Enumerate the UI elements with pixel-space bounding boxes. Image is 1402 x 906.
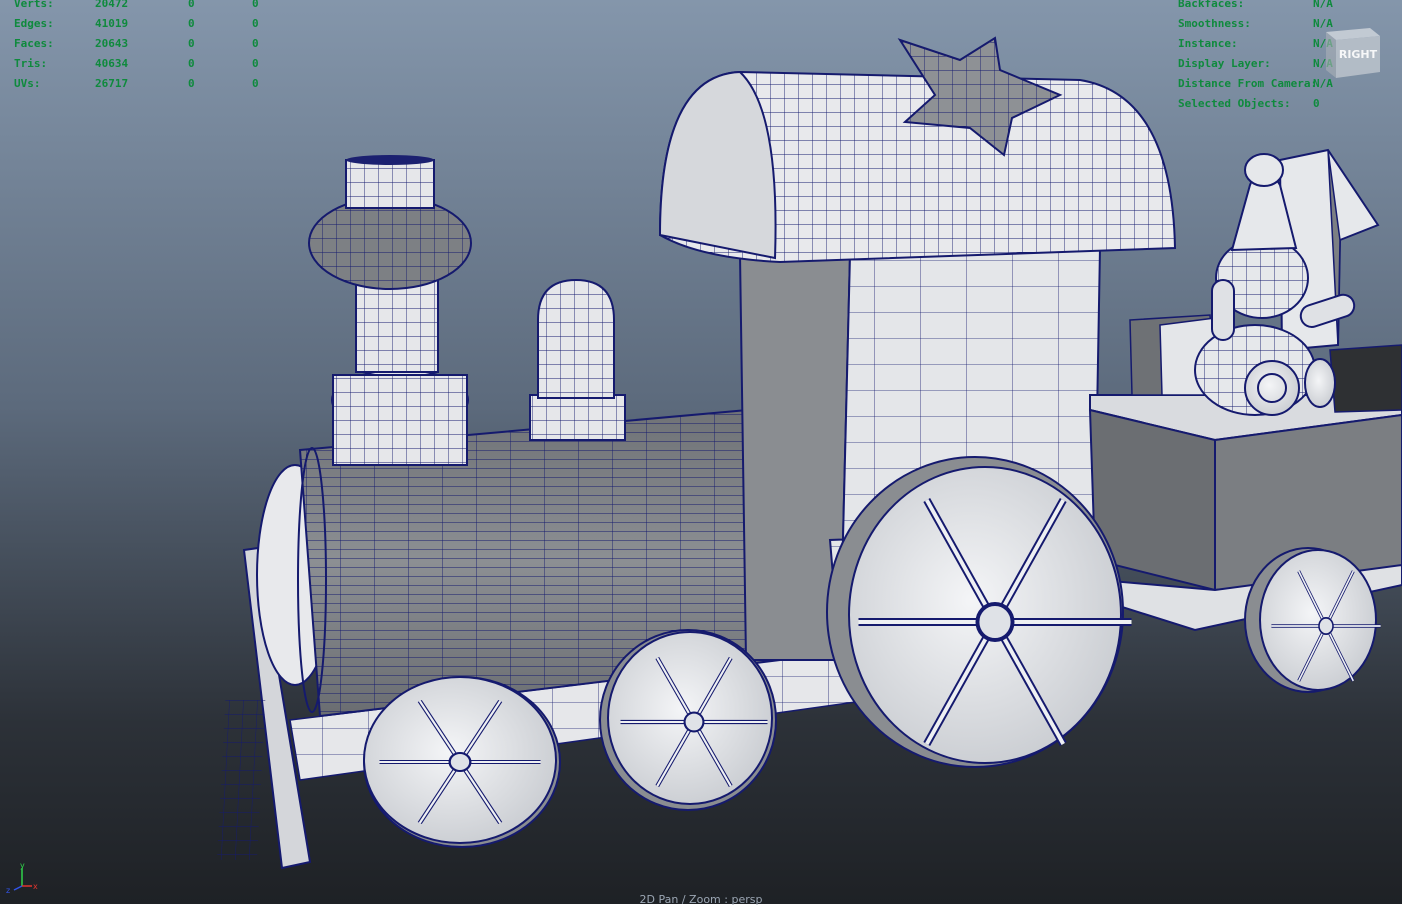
poly-count-total: 26717 [95,77,129,90]
poly-count-label: Tris: [14,57,48,70]
object-detail-label: Smoothness: [1178,17,1251,30]
poly-count-components: 0 [252,0,259,10]
object-detail-value: 0 [1313,97,1320,110]
poly-count-components: 0 [252,57,259,70]
object-detail-label: Display Layer: [1178,57,1271,70]
poly-count-total: 20472 [95,0,129,10]
poly-count-label: Verts: [14,0,54,10]
object-detail-label: Selected Objects: [1178,97,1291,110]
view-cube[interactable]: RIGHT [1320,22,1382,82]
axis-indicator: y x z [4,860,44,895]
wheel-front [363,676,561,848]
poly-count-components: 0 [252,77,259,90]
poly-count-label: UVs: [14,77,41,90]
axis-x-label: x [33,882,38,891]
poly-count-components: 0 [252,17,259,30]
object-detail-label: Backfaces: [1178,0,1245,10]
poly-count-selected: 0 [188,57,195,70]
3d-viewport[interactable]: Verts: 20472 0 0 Edges: 41019 0 0 Faces: 20643 0 0 T… [0,0,1402,906]
poly-count-selected: 0 [188,0,195,10]
poly-count-total: 40634 [95,57,129,70]
poly-count-total: 20643 [95,37,129,50]
wheel-middle [599,629,777,811]
axis-y-label: y [20,861,25,870]
poly-count-components: 0 [252,37,259,50]
poly-count-selected: 0 [188,17,195,30]
object-detail-label: Instance: [1178,37,1238,50]
view-cube-label: RIGHT [1339,48,1378,61]
object-detail-label: Distance From Camera: [1178,77,1318,90]
poly-count-label: Faces: [14,37,54,50]
poly-count-total: 41019 [95,17,129,30]
poly-count-selected: 0 [188,77,195,90]
poly-count-hud: Verts: 20472 0 0 Edges: 41019 0 0 Faces: 20643 0 0 T… [14,0,284,94]
object-detail-value: N/A [1313,0,1333,10]
poly-count-label: Edges: [14,17,54,30]
poly-count-selected: 0 [188,37,195,50]
train-model-wireframe[interactable] [0,0,1402,904]
camera-status-text: 2D Pan / Zoom : persp [639,893,763,906]
